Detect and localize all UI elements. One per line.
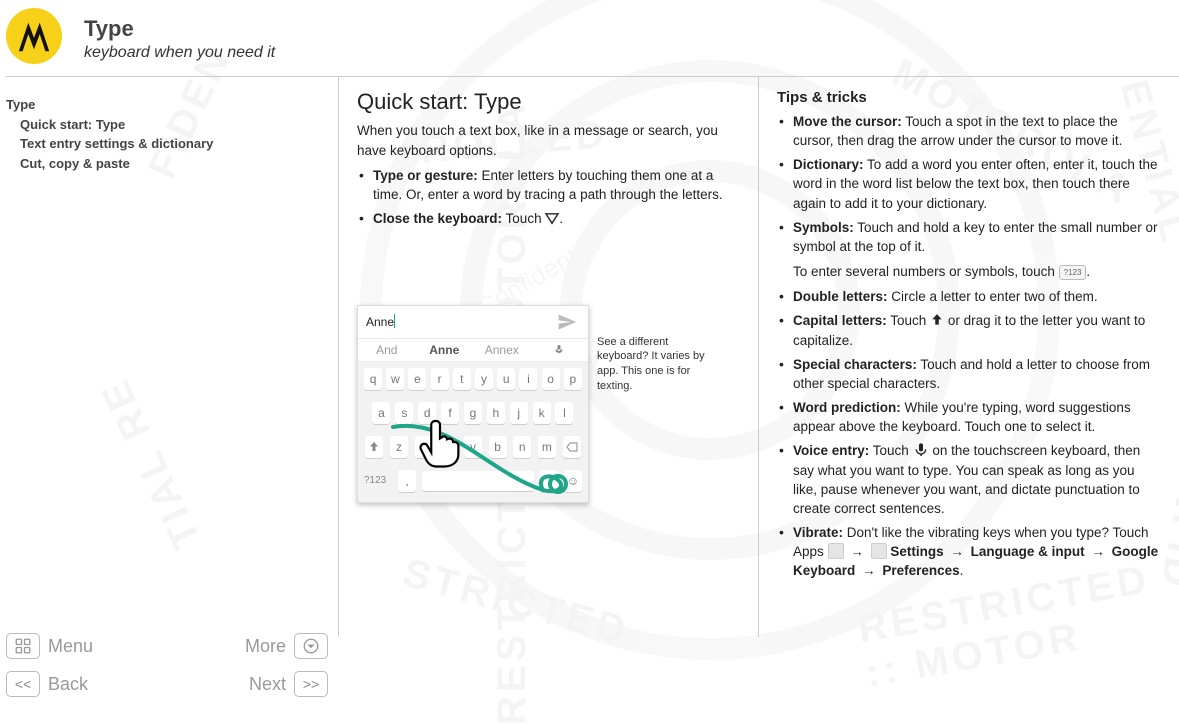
send-icon bbox=[554, 312, 580, 332]
tip-move-cursor: Move the cursor: Touch a spot in the tex… bbox=[777, 112, 1161, 150]
motorola-logo-icon bbox=[6, 8, 62, 64]
keyboard-screenshot: Anne And Anne Annex qwertyuiop asdfghjkl bbox=[357, 305, 589, 503]
backspace-key bbox=[563, 436, 581, 458]
toc-item-cut-copy-paste[interactable]: Cut, copy & paste bbox=[6, 154, 324, 174]
screenshot-caption: See a different keyboard? It varies by a… bbox=[597, 305, 717, 394]
mic-icon bbox=[913, 442, 929, 458]
content-column-1: Quick start: Type When you touch a text … bbox=[338, 77, 758, 637]
emoji-key: ☺ bbox=[564, 470, 582, 492]
tips-heading: Tips & tricks bbox=[777, 89, 1161, 106]
keyboard-row-3: zxcvbnm bbox=[358, 430, 588, 464]
menu-label: Menu bbox=[48, 636, 132, 657]
toc-item-quick-start[interactable]: Quick start: Type bbox=[6, 115, 324, 135]
keyboard-row-1: qwertyuiop bbox=[358, 362, 588, 396]
section-heading: Quick start: Type bbox=[357, 89, 740, 115]
page-subtitle: keyboard when you need it bbox=[84, 44, 275, 62]
tip-dictionary: Dictionary: To add a word you enter ofte… bbox=[777, 155, 1161, 212]
apps-icon bbox=[828, 543, 844, 559]
shift-arrow-icon bbox=[930, 313, 944, 327]
back-label: Back bbox=[48, 674, 132, 695]
next-label: Next bbox=[202, 674, 286, 695]
bullet-type-or-gesture: Type or gesture: Enter letters by touchi… bbox=[357, 166, 740, 204]
num-key-icon: ?123 bbox=[1059, 265, 1087, 280]
tip-voice-entry: Voice entry: Touch on the touchscreen ke… bbox=[777, 441, 1161, 518]
back-button[interactable]: << bbox=[6, 671, 40, 697]
suggestion-bar: And Anne Annex bbox=[358, 339, 588, 362]
keyboard-row-4: ?123 , . ☺ bbox=[358, 464, 588, 502]
tip-vibrate: Vibrate: Don't like the vibrating keys w… bbox=[777, 523, 1161, 580]
more-button[interactable] bbox=[294, 633, 328, 659]
tip-special-characters: Special characters: Touch and hold a let… bbox=[777, 355, 1161, 393]
tip-double-letters: Double letters: Circle a letter to enter… bbox=[777, 287, 1161, 306]
bullet-close-keyboard: Close the keyboard: Touch . bbox=[357, 209, 740, 228]
tip-symbols: Symbols: Touch and hold a key to enter t… bbox=[777, 218, 1161, 281]
message-input: Anne bbox=[366, 314, 554, 329]
keyboard-row-2: asdfghjkl bbox=[358, 396, 588, 430]
next-button[interactable]: >> bbox=[294, 671, 328, 697]
page-header: Type keyboard when you need it bbox=[6, 0, 1179, 77]
content-column-2: Tips & tricks Move the cursor: Touch a s… bbox=[758, 77, 1179, 637]
tip-capital-letters: Capital letters: Touch or drag it to the… bbox=[777, 311, 1161, 349]
shift-key bbox=[365, 436, 383, 458]
chevron-down-icon bbox=[545, 211, 559, 223]
nav-controls: Menu More << Back Next >> bbox=[6, 627, 328, 703]
toc-item-text-entry[interactable]: Text entry settings & dictionary bbox=[6, 134, 324, 154]
more-label: More bbox=[202, 636, 286, 657]
toc-root[interactable]: Type bbox=[6, 95, 324, 115]
toc-sidebar: Type Quick start: Type Text entry settin… bbox=[0, 77, 338, 637]
settings-icon bbox=[871, 543, 887, 559]
pointer-hand-icon bbox=[412, 414, 468, 473]
tip-word-prediction: Word prediction: While you're typing, wo… bbox=[777, 398, 1161, 436]
mic-icon bbox=[531, 343, 589, 357]
page-title: Type bbox=[84, 16, 275, 42]
intro-text: When you touch a text box, like in a mes… bbox=[357, 121, 740, 160]
menu-button[interactable] bbox=[6, 633, 40, 659]
